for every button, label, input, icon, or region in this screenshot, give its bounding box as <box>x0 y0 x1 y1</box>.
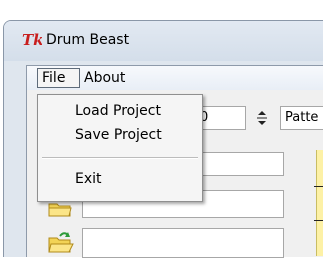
title-bar[interactable]: Tk Drum Beast <box>4 21 323 61</box>
menu-separator <box>42 157 198 159</box>
strip-divider <box>314 186 323 187</box>
menu-item-load-project[interactable]: Load Project <box>75 103 161 119</box>
menu-file[interactable]: File <box>37 68 80 88</box>
pattern-label: Patte <box>285 110 319 125</box>
pattern-field[interactable]: Patte <box>280 106 323 130</box>
file-dropdown-menu: Load Project Save Project Exit <box>37 94 203 202</box>
svg-text:Tk: Tk <box>22 32 42 48</box>
tk-feather-icon: Tk <box>22 31 44 52</box>
menu-item-save-project[interactable]: Save Project <box>75 127 162 143</box>
project-entry-3[interactable] <box>82 228 284 258</box>
strip-divider <box>314 220 323 221</box>
menu-about[interactable]: About <box>84 68 125 88</box>
menu-item-exit[interactable]: Exit <box>75 171 102 187</box>
pattern-strip <box>316 150 323 256</box>
spin-field[interactable]: 0 <box>200 106 246 130</box>
window-title: Drum Beast <box>46 32 130 48</box>
open-folder-icon[interactable] <box>46 230 74 254</box>
spinbox-arrows[interactable] <box>256 109 268 127</box>
